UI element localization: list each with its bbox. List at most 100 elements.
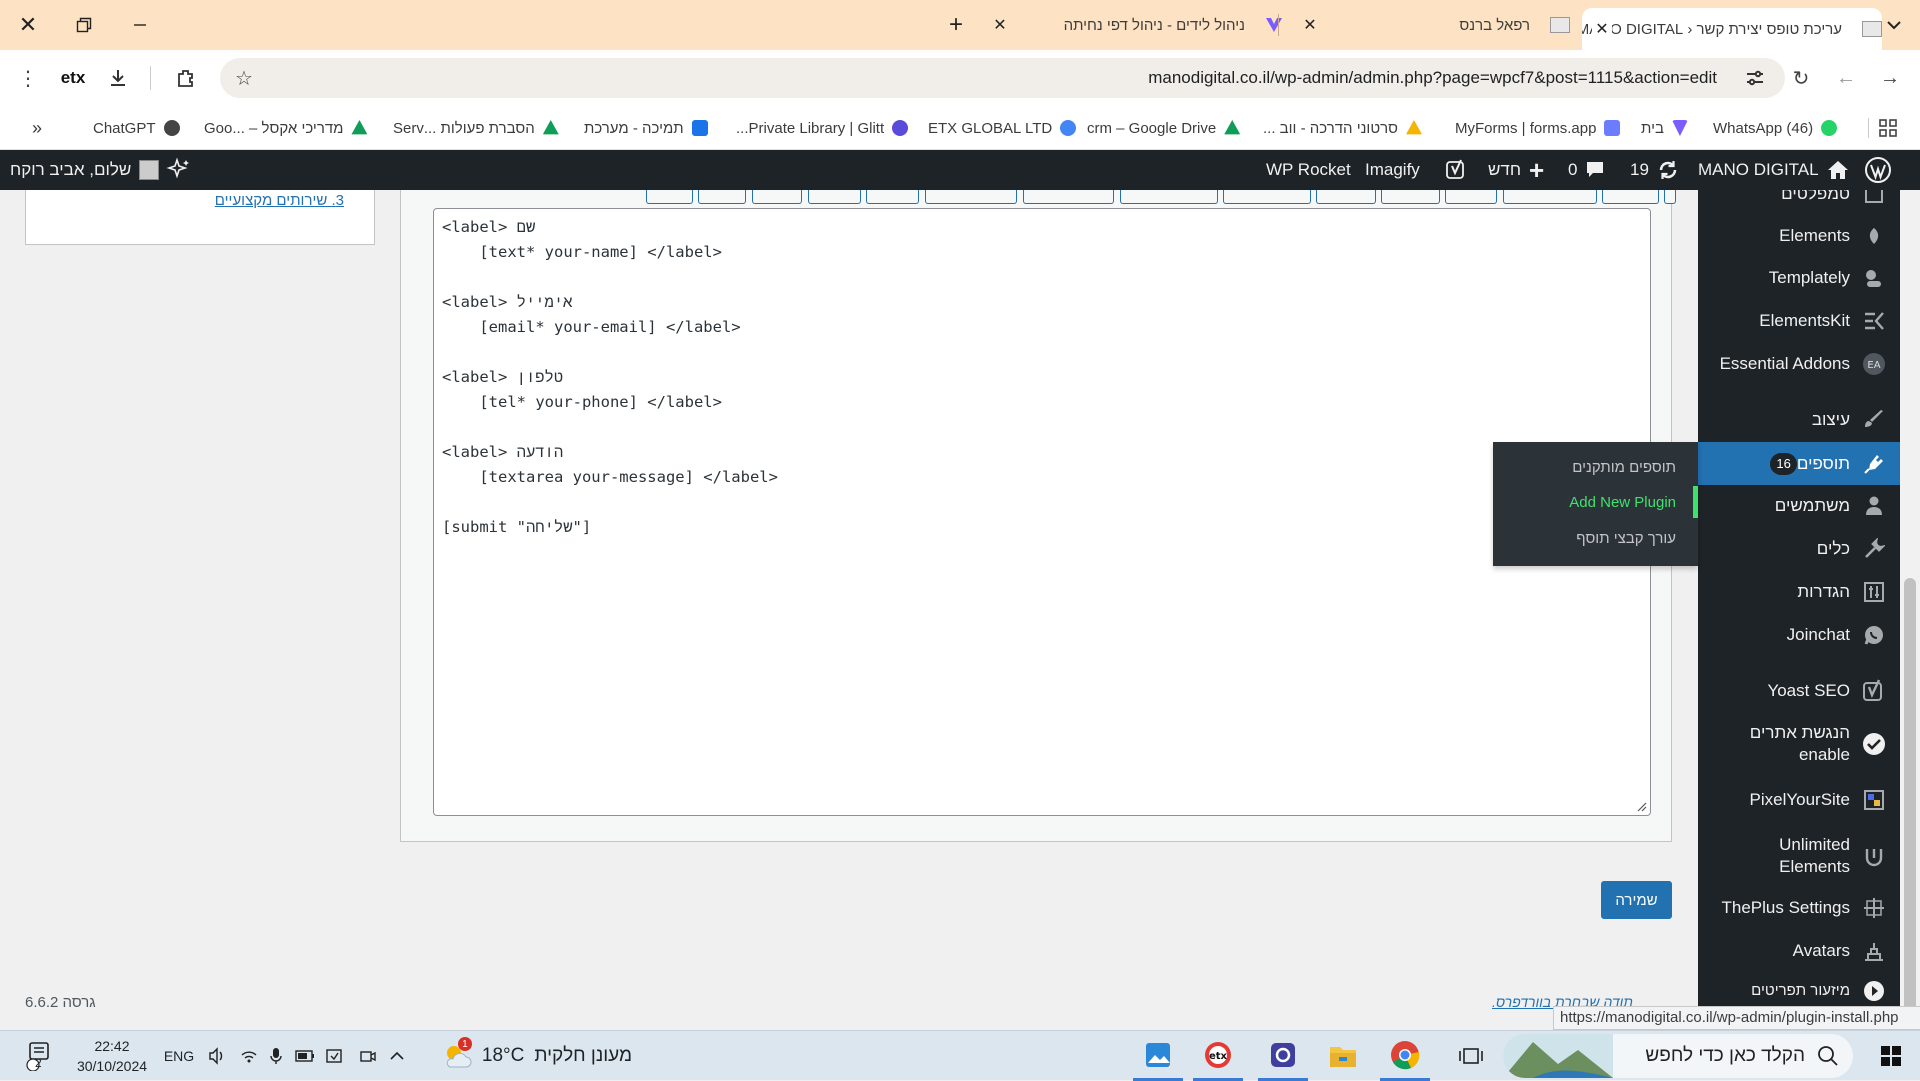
bookmark-training-videos[interactable]: סרטוני הדרכה - ווב ...	[1263, 106, 1422, 150]
onedrive-sync-icon[interactable]	[322, 1031, 346, 1081]
wordpress-logo-icon[interactable]	[1864, 150, 1892, 190]
site-settings-icon[interactable]	[1741, 64, 1769, 92]
menu-item-appearance[interactable]: עיצוב	[1698, 402, 1900, 438]
menu-item-avatars[interactable]: Avatars	[1698, 933, 1900, 969]
tag-generator-button[interactable]	[866, 190, 919, 204]
professional-services-link[interactable]: 3. שירותים מקצועיים	[215, 192, 344, 209]
kebab-menu-icon[interactable]: ⋮	[14, 64, 42, 92]
tag-generator-button[interactable]	[646, 190, 693, 204]
menu-item-settings[interactable]: הגדרות	[1698, 574, 1900, 610]
close-window-icon[interactable]: ✕	[0, 0, 56, 50]
clock[interactable]: 22:42 30/10/2024	[66, 1031, 158, 1081]
tab-rafael-barnes[interactable]: ✕ רפאל ברנס	[1290, 8, 1570, 42]
menu-item-users[interactable]: משתמשים	[1698, 488, 1900, 524]
tab-lead-management[interactable]: ✕ ניהול לידים - ניהול דפי נחיתה	[990, 8, 1285, 42]
imagify-menu[interactable]: Imagify	[1365, 150, 1420, 190]
bookmark-crm-drive[interactable]: crm – Google Drive	[1087, 106, 1241, 150]
menu-item-essential-addons[interactable]: Essential Addons EA	[1698, 346, 1900, 382]
tab-contact-form-edit[interactable]: ✕ עריכת טופס יצירת קשר ‹ MANO DIGITAL	[1582, 8, 1882, 50]
yoast-menu[interactable]	[1446, 150, 1466, 190]
submenu-plugin-file-editor[interactable]: עורך קבצי תוסף	[1576, 530, 1676, 547]
bookmark-myforms[interactable]: MyForms | forms.app	[1455, 106, 1621, 150]
restore-window-icon[interactable]	[56, 0, 112, 50]
task-view-icon[interactable]	[1446, 1031, 1496, 1081]
wp-rocket-menu[interactable]: WP Rocket	[1266, 150, 1351, 190]
tag-generator-button[interactable]	[752, 190, 802, 204]
menu-item-elementskit[interactable]: ElementsKit	[1698, 303, 1900, 339]
submenu-installed-plugins[interactable]: תוספים מותקנים	[1572, 459, 1676, 476]
tag-generator-button[interactable]	[1602, 190, 1659, 204]
close-tab-icon[interactable]: ✕	[1592, 19, 1612, 39]
notes-app-icon[interactable]	[1258, 1031, 1308, 1081]
weather-widget[interactable]: מעונן חלקית 18°C 1	[437, 1031, 637, 1081]
new-tab-button[interactable]: +	[944, 8, 968, 42]
minimize-window-icon[interactable]	[112, 0, 168, 50]
tag-generator-button[interactable]	[1120, 190, 1218, 204]
bookmark-etx-global[interactable]: ETX GLOBAL LTD	[928, 106, 1077, 150]
bookmark-private-library[interactable]: Private Library | Glitt...	[736, 106, 909, 150]
tag-generator-button[interactable]	[698, 190, 746, 204]
tag-generator-button[interactable]	[1664, 190, 1676, 204]
menu-item-joinchat[interactable]: Joinchat	[1698, 617, 1900, 653]
all-bookmarks-icon[interactable]	[1878, 106, 1898, 150]
tag-generator-button[interactable]	[1381, 190, 1440, 204]
submenu-add-new-plugin[interactable]: Add New Plugin	[1569, 494, 1676, 511]
menu-item-collapse[interactable]: מיזעור תפריטים	[1698, 973, 1900, 1009]
resize-handle-icon[interactable]	[1637, 802, 1647, 812]
close-tab-icon[interactable]: ✕	[1300, 15, 1320, 35]
bookmark-whatsapp[interactable]: (46) WhatsApp	[1713, 106, 1838, 150]
menu-item-yoast[interactable]: Yoast SEO	[1698, 673, 1900, 709]
site-name-menu[interactable]: MANO DIGITAL	[1698, 150, 1849, 190]
updates-menu[interactable]: 19	[1630, 150, 1679, 190]
new-content-menu[interactable]: חדש +	[1488, 150, 1544, 190]
comments-menu[interactable]: 0	[1568, 150, 1605, 190]
ai-sparkle-icon[interactable]	[166, 150, 192, 190]
wifi-icon[interactable]	[237, 1031, 261, 1081]
menu-item-templates[interactable]: טמפלטים	[1698, 190, 1900, 212]
back-icon[interactable]: ←	[1832, 64, 1860, 92]
battery-icon[interactable]	[293, 1031, 317, 1081]
scrollbar-thumb[interactable]	[1904, 578, 1916, 1030]
chrome-icon[interactable]	[1380, 1031, 1430, 1081]
file-explorer-icon[interactable]	[1318, 1031, 1368, 1081]
etx-extension-icon[interactable]: etx	[56, 64, 90, 92]
forward-icon[interactable]: →	[1876, 64, 1904, 92]
menu-item-plugins[interactable]: תוספים 16	[1698, 442, 1900, 485]
taskbar-search-box[interactable]: הקלד כאן כדי לחפש	[1503, 1034, 1853, 1078]
menu-item-unlimited-elements[interactable]: Unlimited Elements	[1698, 826, 1900, 886]
reload-icon[interactable]: ↻	[1787, 64, 1815, 92]
notifications-icon[interactable]: 2	[16, 1031, 60, 1081]
address-bar[interactable]: ☆ manodigital.co.il/wp-admin/admin.php?p…	[220, 58, 1785, 98]
tag-generator-button[interactable]	[1023, 190, 1114, 204]
microphone-icon[interactable]	[265, 1031, 287, 1081]
download-icon[interactable]	[104, 64, 132, 92]
speaker-icon[interactable]	[205, 1031, 229, 1081]
tag-generator-button[interactable]	[808, 190, 861, 204]
tag-generator-button[interactable]	[1316, 190, 1376, 204]
bookmark-excel-guides[interactable]: מדריכי אקסל – ...Goo	[204, 106, 368, 150]
bookmark-chatgpt[interactable]: ChatGPT	[93, 106, 180, 150]
tag-generator-button[interactable]	[1445, 190, 1497, 204]
meet-now-icon[interactable]	[356, 1031, 380, 1081]
show-hidden-icons-chevron-icon[interactable]	[385, 1031, 409, 1081]
language-indicator[interactable]: ENG	[163, 1031, 195, 1081]
menu-item-elements[interactable]: Elements	[1698, 218, 1900, 254]
menu-item-theplus[interactable]: ThePlus Settings	[1698, 890, 1900, 926]
extensions-icon[interactable]	[172, 64, 200, 92]
bookmark-star-icon[interactable]: ☆	[230, 64, 258, 92]
bookmark-actions-explained[interactable]: הסברת פעולות ...Serv	[393, 106, 559, 150]
menu-item-pixelyoursite[interactable]: PixelYourSite	[1698, 782, 1900, 818]
tag-generator-button[interactable]	[925, 190, 1017, 204]
bookmark-support-system[interactable]: תמיכה - מערכת	[584, 106, 708, 150]
close-tab-icon[interactable]: ✕	[990, 15, 1010, 35]
url-text[interactable]: manodigital.co.il/wp-admin/admin.php?pag…	[1148, 58, 1717, 98]
etx-app-icon[interactable]: etx	[1193, 1031, 1243, 1081]
form-template-textarea[interactable]: <label> שם [text* your-name] </label> <l…	[433, 208, 1651, 816]
more-bookmarks-icon[interactable]: «	[32, 106, 42, 150]
tab-search-chevron-icon[interactable]	[1868, 0, 1920, 50]
photos-app-icon[interactable]	[1133, 1031, 1183, 1081]
menu-item-tools[interactable]: כלים	[1698, 531, 1900, 567]
windows-start-icon[interactable]	[1862, 1031, 1920, 1081]
tag-generator-button[interactable]	[1503, 190, 1597, 204]
menu-item-templately[interactable]: Templately	[1698, 260, 1900, 296]
